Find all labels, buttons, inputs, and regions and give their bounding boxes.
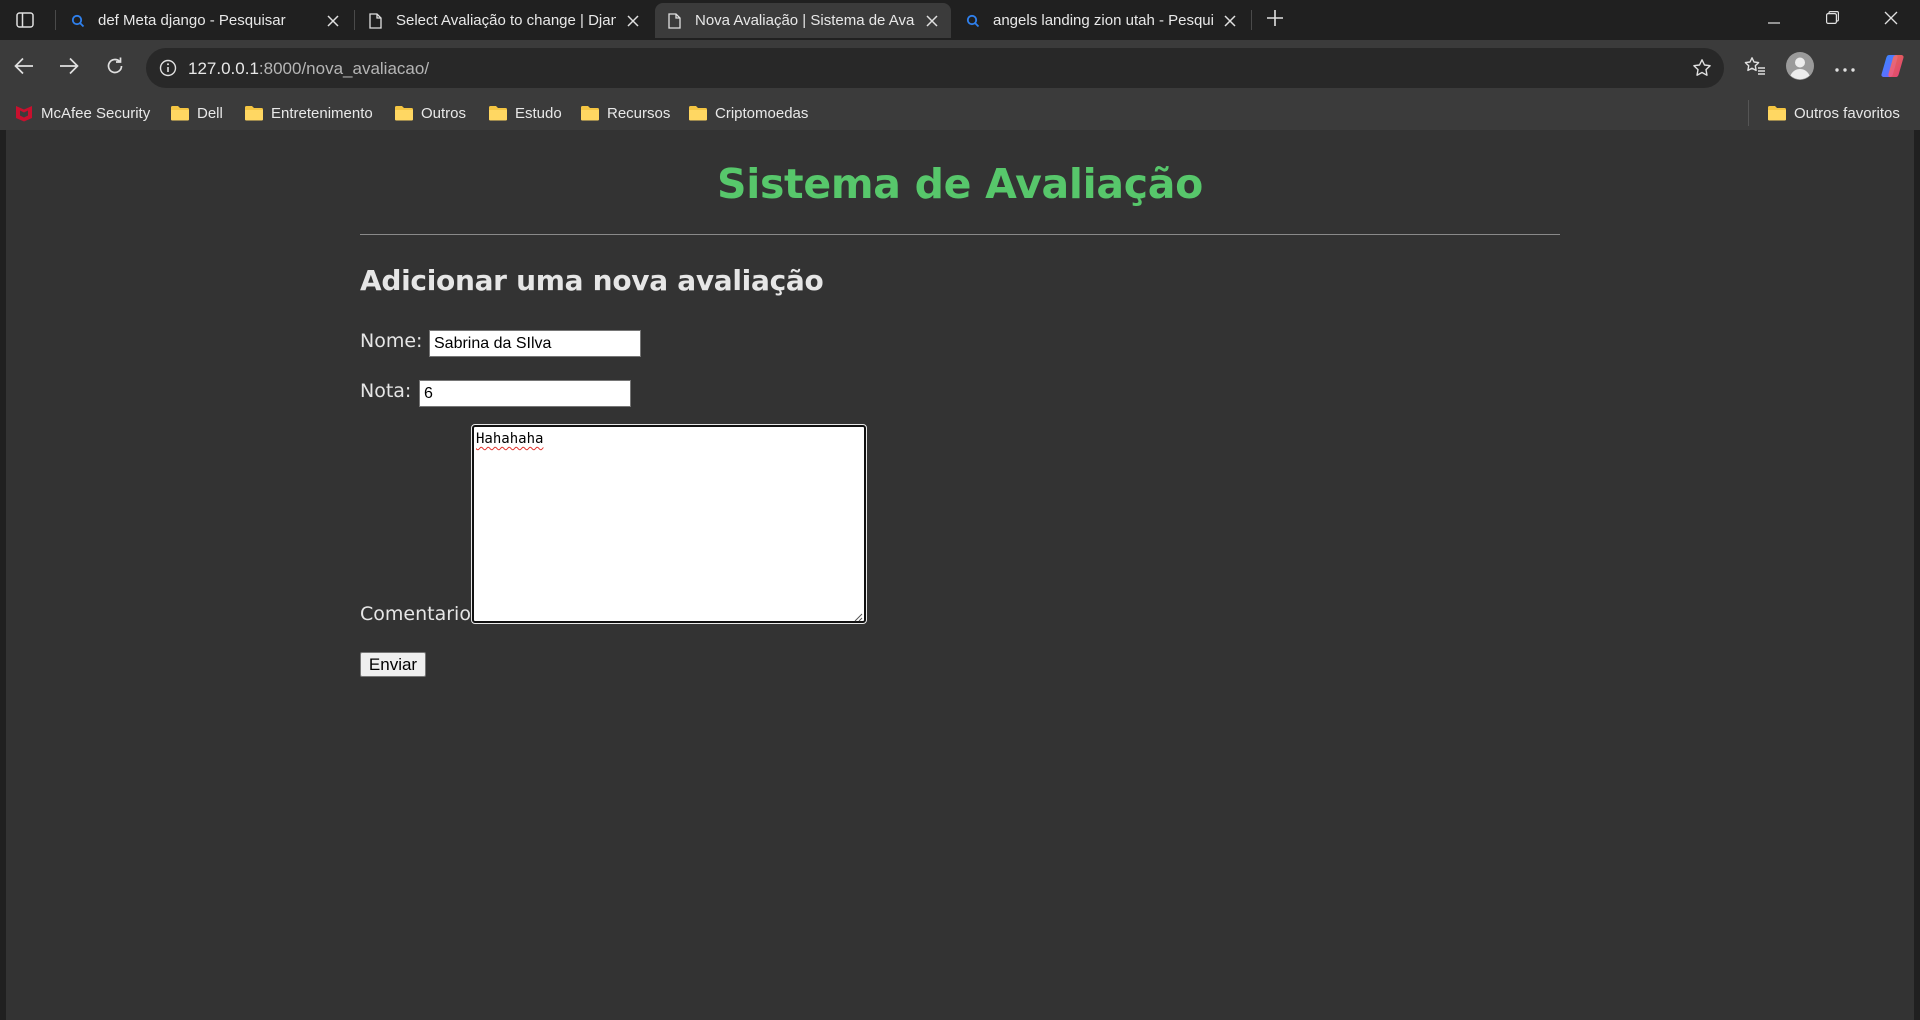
bookmark-mcafee[interactable]: McAfee Security [14,101,150,125]
back-button[interactable] [4,48,44,88]
tab-title: Nova Avaliação | Sistema de Avaliação [695,12,915,29]
bookmark-folder-entretenimento[interactable]: Entretenimento [244,101,373,125]
form-title: Adicionar uma nova avaliação [360,264,824,297]
bookmark-label: Criptomoedas [715,104,809,122]
tab-separator [1251,10,1252,30]
star-icon[interactable] [1688,54,1716,82]
horizontal-rule [360,234,1560,235]
browser-toolbar: 127.0.0.1:8000/nova_avaliacao/ [0,40,1920,96]
nota-label: Nota: [360,380,412,402]
nota-input[interactable]: 6 [419,380,631,407]
folder-icon [1767,104,1787,122]
comentario-textarea[interactable]: Hahahaha [471,424,867,624]
enviar-button[interactable]: Enviar [360,652,426,677]
bookmark-label: Outros [421,104,467,122]
reload-icon [105,56,125,81]
page-icon [666,12,683,29]
folder-icon [394,104,414,122]
search-icon [69,12,86,29]
folder-icon [688,104,708,122]
bookmark-folder-recursos[interactable]: Recursos [580,101,670,125]
close-icon[interactable] [1219,10,1241,32]
url-host: 127.0.0.1 [188,59,259,78]
minimize-button[interactable] [1745,0,1803,40]
bookmark-folder-estudo[interactable]: Estudo [488,101,562,125]
plus-icon [1266,9,1284,32]
tab-nova-avaliacao[interactable]: Nova Avaliação | Sistema de Avaliação [655,3,951,38]
minimize-icon [1768,11,1780,29]
comentario-label: Comentario: [360,603,478,625]
tab-def-meta-django[interactable]: def Meta django - Pesquisar [58,3,352,38]
nome-input[interactable]: Sabrina da SIlva [429,330,641,357]
bookmark-label: Estudo [515,104,562,122]
site-title: Sistema de Avaliação [716,160,1204,208]
reload-button[interactable] [95,48,135,88]
comentario-text: Hahahaha [476,431,544,447]
restore-button[interactable] [1803,0,1861,40]
bookmark-label: McAfee Security [41,104,151,122]
url-path: :8000/nova_avaliacao/ [258,59,430,78]
more-dots-icon [1835,59,1855,77]
profile-button[interactable] [1780,48,1820,88]
resize-grip-icon[interactable] [853,610,863,622]
more-menu-button[interactable] [1825,48,1865,88]
close-window-button[interactable] [1862,0,1920,40]
favorites-icon [1744,56,1766,81]
close-icon [1884,11,1898,30]
tab-title: angels landing zion utah - Pesquisar [993,12,1213,29]
arrow-left-icon [14,57,34,80]
close-icon[interactable] [322,10,344,32]
tab-strip: def Meta django - Pesquisar Select Avali… [0,0,1920,40]
tab-angels-landing[interactable]: angels landing zion utah - Pesquisar [953,3,1249,38]
folder-icon [170,104,190,122]
copilot-button[interactable] [1873,48,1913,88]
forward-button[interactable] [49,48,89,88]
new-tab-button[interactable] [1259,4,1291,36]
arrow-right-icon [59,57,79,80]
folder-icon [488,104,508,122]
bookmark-label: Entretenimento [271,104,373,122]
mcafee-icon [14,104,34,122]
bookmark-label: Dell [197,104,223,122]
search-icon [964,12,981,29]
info-icon[interactable] [154,54,182,82]
restore-icon [1825,11,1839,29]
close-icon[interactable] [921,10,943,32]
tab-separator [354,10,355,30]
favorites-button[interactable] [1735,48,1775,88]
close-icon[interactable] [622,10,644,32]
copilot-icon [1880,53,1906,84]
bookmarks-separator [1748,100,1749,126]
tab-select-avaliacao[interactable]: Select Avaliação to change | Django site… [356,3,652,38]
url-text: 127.0.0.1:8000/nova_avaliacao/ [188,59,429,79]
bookmark-folder-outros[interactable]: Outros [394,101,466,125]
page-icon [367,12,384,29]
bookmarks-bar: McAfee Security Dell Entretenimento Outr… [0,96,1920,130]
folder-icon [244,104,264,122]
tab-separator [55,10,56,30]
tab-title: Select Avaliação to change | Django site… [396,12,616,29]
page-content: Sistema de Avaliação Adicionar uma nova … [6,130,1914,1020]
nome-label: Nome: [360,330,423,352]
tab-title: def Meta django - Pesquisar [98,12,286,29]
bookmark-label: Outros favoritos [1794,104,1900,122]
bookmark-label: Recursos [607,104,671,122]
bookmark-folder-criptomoedas[interactable]: Criptomoedas [688,101,808,125]
folder-icon [580,104,600,122]
sidebar-toggle-icon[interactable] [8,4,42,36]
bookmark-folder-outros-favoritos[interactable]: Outros favoritos [1767,101,1900,125]
bookmark-folder-dell[interactable]: Dell [170,101,223,125]
address-bar[interactable]: 127.0.0.1:8000/nova_avaliacao/ [146,48,1724,88]
avatar-icon [1785,51,1815,86]
